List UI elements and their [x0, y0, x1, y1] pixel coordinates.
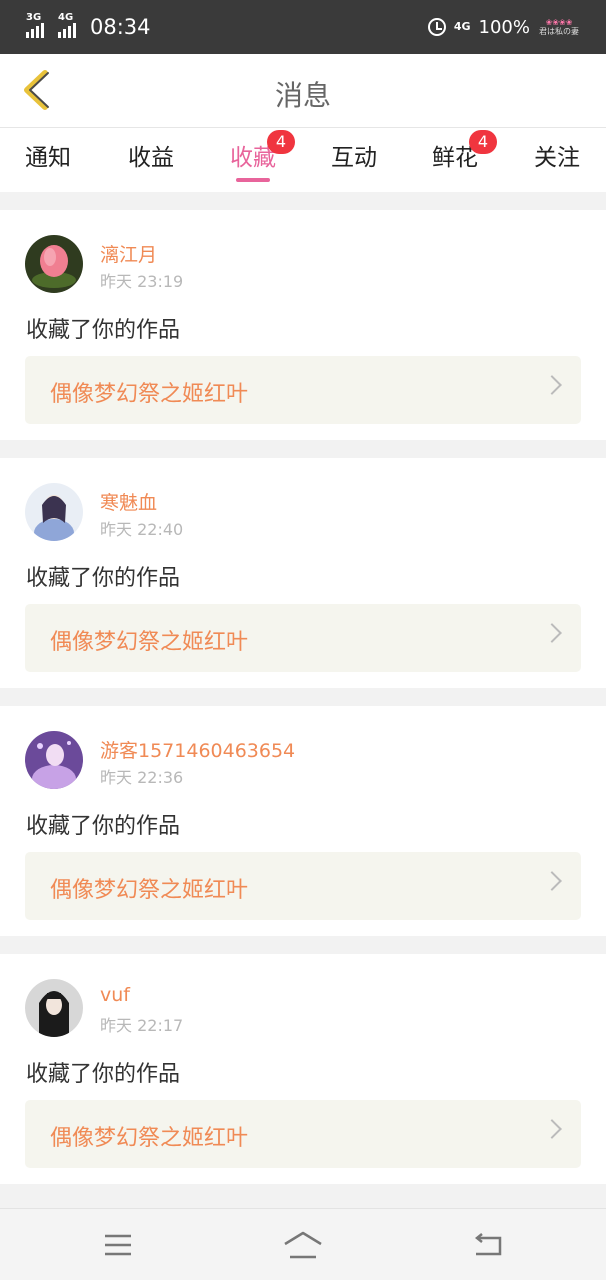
favorites-badge: 4: [267, 130, 295, 154]
battery-level: 100%: [478, 16, 530, 38]
tab-label: 互动: [331, 145, 377, 171]
tab-favorites[interactable]: 收藏 4: [213, 130, 295, 182]
chevron-right-icon: [542, 623, 562, 643]
message-card: 游客1571460463654 昨天 22:36 收藏了你的作品 偶像梦幻祭之姬…: [0, 706, 606, 936]
work-title: 偶像梦幻祭之姬红叶: [50, 1126, 249, 1151]
message-action: 收藏了你的作品: [26, 814, 181, 839]
message-action: 收藏了你的作品: [26, 318, 181, 343]
tab-notifications[interactable]: 通知: [8, 138, 88, 172]
work-title: 偶像梦幻祭之姬红叶: [50, 630, 249, 655]
work-link[interactable]: 偶像梦幻祭之姬红叶: [25, 604, 581, 672]
sim1-network-label: 3G: [26, 12, 42, 23]
message-card: 漓江月 昨天 23:19 收藏了你的作品 偶像梦幻祭之姬红叶: [0, 210, 606, 440]
menu-button[interactable]: [96, 1227, 140, 1263]
chevron-right-icon: [542, 1119, 562, 1139]
status-bar: 3G 4G 08:34 4G 100% ❀❀❀❀ 君は私の妻: [0, 0, 606, 54]
avatar[interactable]: [25, 731, 83, 789]
message-action: 收藏了你的作品: [26, 1062, 181, 1087]
avatar[interactable]: [25, 483, 83, 541]
tab-interactions[interactable]: 互动: [314, 138, 394, 172]
sim2-network-label: 4G: [58, 12, 74, 23]
return-icon: [474, 1233, 502, 1256]
status-decoration: ❀❀❀❀ 君は私の妻: [539, 18, 579, 36]
message-card: 寒魅血 昨天 22:40 收藏了你的作品 偶像梦幻祭之姬红叶: [0, 458, 606, 688]
signal-icon-sim2: 4G: [58, 12, 78, 38]
tab-label: 通知: [25, 145, 71, 171]
tab-follows[interactable]: 关注: [517, 138, 597, 172]
page-title: 消息: [274, 79, 331, 112]
tab-flowers[interactable]: 鲜花 4: [415, 130, 497, 172]
signal-icon-sim1: 3G: [26, 12, 46, 38]
app-header: 消息: [0, 54, 606, 128]
user-name[interactable]: 漓江月: [100, 240, 157, 267]
message-time: 昨天 22:40: [100, 520, 184, 539]
alarm-icon: [427, 18, 446, 36]
message-action: 收藏了你的作品: [26, 566, 181, 591]
chevron-right-icon: [542, 871, 562, 891]
avatar[interactable]: [25, 235, 83, 293]
message-card: vuf 昨天 22:17 收藏了你的作品 偶像梦幻祭之姬红叶: [0, 954, 606, 1184]
tab-earnings[interactable]: 收益: [111, 138, 191, 172]
work-link[interactable]: 偶像梦幻祭之姬红叶: [25, 356, 581, 424]
flowers-badge: 4: [469, 130, 497, 154]
back-nav-button[interactable]: [465, 1227, 509, 1263]
work-link[interactable]: 偶像梦幻祭之姬红叶: [25, 852, 581, 920]
active-tab-indicator: [236, 178, 270, 182]
user-name[interactable]: 游客1571460463654: [100, 736, 295, 763]
message-time: 昨天 22:17: [100, 1016, 184, 1035]
avatar[interactable]: [25, 979, 83, 1037]
network-type: 4G: [453, 20, 471, 33]
message-time: 昨天 23:19: [100, 272, 184, 291]
user-name[interactable]: 寒魅血: [100, 488, 157, 515]
work-title: 偶像梦幻祭之姬红叶: [50, 382, 249, 407]
message-time: 昨天 22:36: [100, 768, 184, 787]
decoration-text: 君は私の妻: [539, 27, 579, 36]
work-link[interactable]: 偶像梦幻祭之姬红叶: [25, 1100, 581, 1168]
tab-label: 关注: [534, 145, 580, 171]
home-icon: [284, 1231, 322, 1259]
tab-label: 收益: [128, 145, 174, 171]
chevron-right-icon: [542, 375, 562, 395]
status-time: 08:34: [90, 15, 151, 39]
menu-icon: [105, 1234, 131, 1256]
home-button[interactable]: [281, 1227, 325, 1263]
work-title: 偶像梦幻祭之姬红叶: [50, 878, 249, 903]
message-list: 漓江月 昨天 23:19 收藏了你的作品 偶像梦幻祭之姬红叶 寒魅血 昨天 22…: [0, 210, 606, 1202]
system-nav-bar: [0, 1208, 606, 1280]
user-name[interactable]: vuf: [100, 984, 130, 1006]
tab-bar: 通知 收益 收藏 4 互动 鲜花 4 关注: [0, 128, 606, 192]
